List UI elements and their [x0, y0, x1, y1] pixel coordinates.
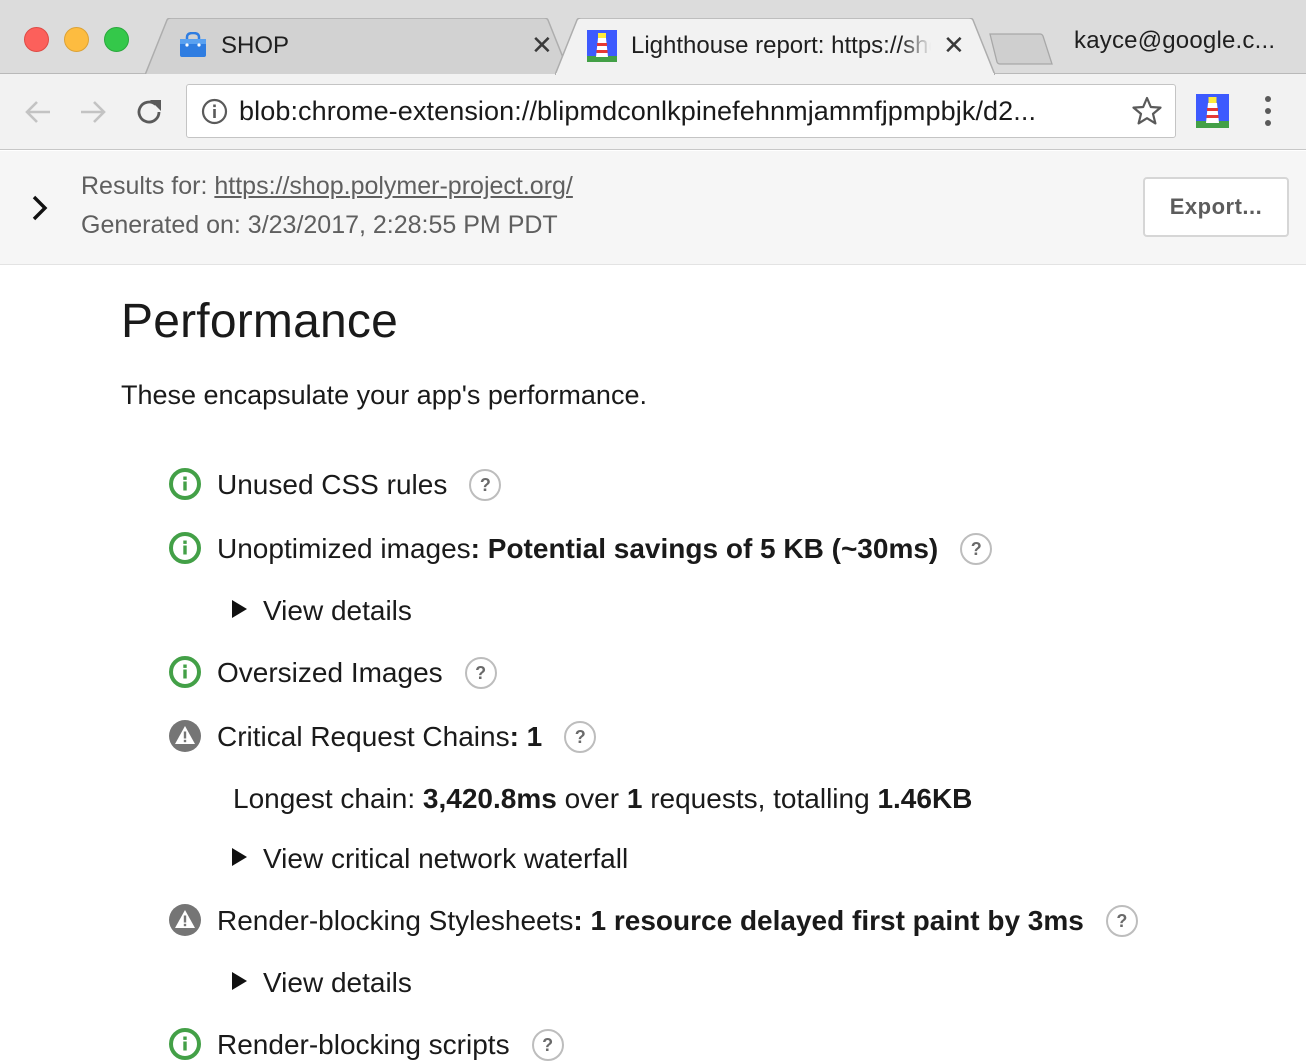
longest-chain-summary: Longest chain: 3,420.8ms over 1 requests…	[233, 783, 972, 815]
close-tab-icon[interactable]: ✕	[943, 31, 965, 59]
audit-label: Critical Request Chains	[217, 721, 510, 752]
view-details-label: View details	[263, 595, 412, 626]
results-for-label: Results for:	[81, 172, 215, 200]
results-for: Results for: https://shop.polymer-projec…	[81, 172, 573, 201]
back-arrow-icon[interactable]	[22, 96, 54, 128]
help-icon[interactable]: ?	[531, 1028, 564, 1061]
audit-text: Render-blocking scripts?	[217, 1028, 564, 1063]
report-header: Results for: https://shop.polymer-projec…	[0, 151, 1306, 265]
longest-chain-label: Longest chain:	[233, 783, 423, 814]
view-details-toggle[interactable]: View details	[232, 967, 412, 999]
disclosure-triangle-icon	[232, 972, 247, 990]
pass-info-icon	[169, 656, 201, 688]
profile-name[interactable]: kayce@google.c...	[1074, 27, 1275, 55]
generated-on: Generated on: 3/23/2017, 2:28:55 PM PDT	[81, 211, 558, 239]
address-bar[interactable]: blob:chrome-extension://blipmdconlkpinef…	[186, 84, 1176, 138]
section-title: Performance	[121, 295, 398, 348]
chain-text: requests, totalling	[642, 783, 878, 814]
audit-label: Oversized Images	[217, 657, 443, 688]
view-waterfall-toggle[interactable]: View critical network waterfall	[232, 843, 628, 875]
chain-size: 1.46KB	[877, 783, 973, 814]
minimize-window-button[interactable]	[64, 27, 89, 52]
audit-text: Render-blocking Stylesheets: 1 resource …	[217, 904, 1138, 939]
audit-label: Unused CSS rules	[217, 469, 448, 500]
chevron-right-icon[interactable]	[28, 193, 52, 223]
star-icon[interactable]	[1131, 95, 1163, 127]
help-icon[interactable]: ?	[1105, 904, 1138, 937]
results-url-link[interactable]: https://shop.polymer-project.org/	[214, 172, 573, 200]
audit-value: : 1 resource delayed first paint by 3ms	[573, 905, 1084, 936]
view-details-toggle[interactable]: View details	[232, 595, 412, 627]
browser-toolbar: blob:chrome-extension://blipmdconlkpinef…	[0, 74, 1306, 150]
close-window-button[interactable]	[24, 27, 49, 52]
disclosure-triangle-icon	[232, 600, 247, 618]
info-icon[interactable]	[201, 98, 228, 125]
tab-shop[interactable]: SHOP ✕	[145, 18, 570, 75]
pass-info-icon	[169, 1028, 201, 1060]
tab-strip: SHOP ✕ Lighthouse report: https://shop.p…	[0, 0, 1306, 75]
audit-text: Unoptimized images: Potential savings of…	[217, 532, 993, 567]
disclosure-triangle-icon	[232, 848, 247, 866]
lighthouse-icon	[587, 30, 617, 62]
export-button[interactable]: Export...	[1143, 177, 1289, 237]
tab-lighthouse-report[interactable]: Lighthouse report: https://shop.polymer-…	[555, 18, 995, 75]
url-text[interactable]: blob:chrome-extension://blipmdconlkpinef…	[239, 96, 1036, 127]
audit-value: : Potential savings of 5 KB (~30ms)	[470, 533, 939, 564]
maximize-window-button[interactable]	[104, 27, 129, 52]
warning-icon	[169, 720, 201, 752]
audit-label: Unoptimized images	[217, 533, 471, 564]
lighthouse-extension-icon[interactable]	[1196, 94, 1229, 128]
audit-text: Unused CSS rules?	[217, 468, 502, 503]
more-vert-icon[interactable]	[1258, 94, 1278, 128]
pass-info-icon	[169, 532, 201, 564]
view-waterfall-label: View critical network waterfall	[263, 843, 629, 874]
help-icon[interactable]: ?	[469, 468, 502, 501]
tab-title: SHOP	[221, 32, 290, 59]
audit-text: Critical Request Chains: 1?	[217, 720, 597, 755]
forward-arrow-icon[interactable]	[77, 96, 109, 128]
help-icon[interactable]: ?	[464, 656, 497, 689]
help-icon[interactable]: ?	[960, 532, 993, 565]
audit-value: : 1	[509, 721, 543, 752]
view-details-label: View details	[263, 967, 412, 998]
pass-info-icon	[169, 468, 201, 500]
audit-label: Render-blocking scripts	[217, 1029, 510, 1060]
shopping-bag-icon	[180, 32, 206, 57]
audit-text: Oversized Images?	[217, 656, 497, 691]
chain-duration: 3,420.8ms	[422, 783, 557, 814]
tab-title: Lighthouse report: https://shop.polymer-…	[631, 32, 931, 59]
warning-icon	[169, 904, 201, 936]
new-tab-button[interactable]	[988, 33, 1054, 65]
reload-icon[interactable]	[133, 96, 165, 128]
section-description: These encapsulate your app's performance…	[121, 380, 647, 410]
tab-shape	[145, 18, 570, 75]
help-icon[interactable]: ?	[564, 720, 597, 753]
chain-text: over	[556, 783, 627, 814]
audit-label: Render-blocking Stylesheets	[217, 905, 574, 936]
chain-request-count: 1	[626, 783, 643, 814]
close-tab-icon[interactable]: ✕	[531, 31, 553, 59]
